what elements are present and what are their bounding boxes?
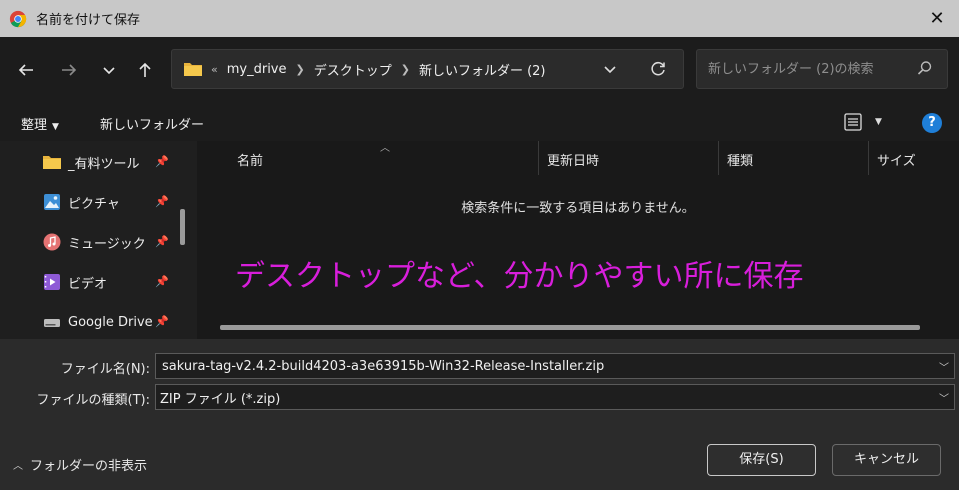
arrow-left-icon bbox=[18, 64, 33, 76]
sidebar-item-label: ピクチャ bbox=[68, 196, 120, 212]
refresh-icon bbox=[651, 61, 665, 76]
close-icon: ✕ bbox=[929, 7, 945, 29]
music-icon bbox=[42, 232, 62, 252]
command-bar: 整理 ▼ 新しいフォルダー ▼ ? bbox=[0, 103, 959, 141]
hide-folders-button[interactable]: ︿ フォルダーの非表示 bbox=[13, 455, 147, 474]
filename-input[interactable] bbox=[160, 357, 934, 375]
sidebar-item-label: Google Drive bbox=[68, 314, 153, 330]
column-divider[interactable] bbox=[538, 141, 539, 175]
folder-icon bbox=[42, 152, 62, 172]
save-as-dialog: 名前を付けて保存 ✕ « my_drive ❯ デスクトップ ❯ 新しいフォルダ… bbox=[0, 0, 959, 490]
up-button[interactable] bbox=[131, 57, 159, 83]
chevron-down-icon[interactable]: ﹀ bbox=[939, 390, 949, 405]
navigation-bar: « my_drive ❯ デスクトップ ❯ 新しいフォルダー (2) bbox=[0, 37, 959, 103]
view-options-button[interactable]: ▼ bbox=[843, 112, 882, 132]
annotation-text: デスクトップなど、分かりやすい所に保存 bbox=[235, 259, 804, 294]
horizontal-scrollbar[interactable] bbox=[220, 325, 920, 330]
pictures-icon bbox=[42, 192, 62, 212]
back-button[interactable] bbox=[12, 57, 40, 83]
pin-icon[interactable]: 📌 bbox=[155, 315, 169, 328]
pin-icon[interactable]: 📌 bbox=[155, 275, 169, 288]
help-button[interactable]: ? bbox=[922, 113, 942, 133]
chrome-icon bbox=[9, 10, 27, 27]
sidebar-item-label: ビデオ bbox=[68, 276, 108, 292]
hide-folders-label: フォルダーの非表示 bbox=[30, 459, 148, 474]
sidebar-item-google-drive[interactable]: Google Drive 📌 bbox=[0, 302, 175, 342]
search-input[interactable] bbox=[706, 60, 910, 78]
close-button[interactable]: ✕ bbox=[923, 5, 951, 31]
search-box[interactable] bbox=[696, 49, 948, 89]
forward-button[interactable] bbox=[55, 57, 83, 83]
navigation-pane: _有料ツール 📌 ピクチャ 📌 ミュージック 📌 ビデオ 📌 Google Dr… bbox=[0, 141, 197, 339]
list-view-icon bbox=[844, 113, 862, 131]
cancel-button[interactable]: キャンセル bbox=[832, 444, 941, 476]
column-name[interactable]: 名前 bbox=[237, 150, 263, 169]
column-size[interactable]: サイズ bbox=[877, 150, 916, 169]
file-list-pane: ︿ 名前 更新日時 種類 サイズ 検索条件に一致する項目はありません。 デスクト… bbox=[197, 141, 959, 339]
arrow-right-icon bbox=[62, 64, 77, 76]
filename-combobox[interactable]: ﹀ bbox=[155, 353, 955, 379]
title-bar: 名前を付けて保存 ✕ bbox=[0, 0, 959, 37]
chevron-up-icon: ︿ bbox=[13, 461, 23, 472]
overflow-icon[interactable]: « bbox=[211, 63, 218, 76]
recent-locations-button[interactable] bbox=[95, 57, 123, 83]
breadcrumb-chevron-icon: ❯ bbox=[295, 62, 305, 76]
sidebar-item-paid-tools[interactable]: _有料ツール 📌 bbox=[0, 142, 175, 182]
refresh-button[interactable] bbox=[647, 58, 669, 80]
empty-message: 検索条件に一致する項目はありません。 bbox=[461, 201, 695, 216]
sidebar-item-pictures[interactable]: ピクチャ 📌 bbox=[0, 182, 175, 222]
column-type[interactable]: 種類 bbox=[727, 150, 753, 169]
filename-label: ファイル名(N): bbox=[60, 362, 150, 377]
pin-icon[interactable]: 📌 bbox=[155, 195, 169, 208]
filetype-label: ファイルの種類(T): bbox=[36, 393, 150, 408]
column-divider[interactable] bbox=[718, 141, 719, 175]
save-button[interactable]: 保存(S) bbox=[707, 444, 816, 476]
sidebar-item-label: _有料ツール bbox=[68, 156, 140, 172]
organize-button[interactable]: 整理 ▼ bbox=[21, 114, 59, 133]
save-form: ファイル名(N): ﹀ ファイルの種類(T): ZIP ファイル (*.zip)… bbox=[0, 339, 959, 490]
organize-label: 整理 bbox=[21, 118, 48, 133]
pin-icon[interactable]: 📌 bbox=[155, 155, 169, 168]
breadcrumb-desktop[interactable]: デスクトップ bbox=[314, 60, 392, 79]
arrow-up-icon bbox=[139, 62, 151, 77]
sidebar-item-videos[interactable]: ビデオ 📌 bbox=[0, 262, 175, 302]
sidebar-item-music[interactable]: ミュージック 📌 bbox=[0, 222, 175, 262]
column-header: ︿ 名前 更新日時 種類 サイズ bbox=[197, 141, 959, 175]
search-icon bbox=[917, 61, 932, 75]
sort-ascending-icon: ︿ bbox=[380, 143, 390, 154]
dialog-title: 名前を付けて保存 bbox=[36, 13, 141, 28]
video-icon bbox=[42, 272, 62, 292]
drive-icon bbox=[42, 312, 62, 332]
filetype-select[interactable]: ZIP ファイル (*.zip) ﹀ bbox=[155, 384, 955, 410]
chevron-down-icon bbox=[604, 66, 616, 74]
breadcrumb-chevron-icon: ❯ bbox=[400, 62, 410, 76]
folder-icon bbox=[183, 61, 203, 77]
address-bar[interactable]: « my_drive ❯ デスクトップ ❯ 新しいフォルダー (2) bbox=[171, 49, 684, 89]
filetype-value: ZIP ファイル (*.zip) bbox=[160, 391, 281, 407]
address-dropdown-button[interactable] bbox=[599, 58, 621, 80]
column-date-modified[interactable]: 更新日時 bbox=[547, 150, 599, 169]
chevron-down-icon[interactable]: ﹀ bbox=[939, 359, 949, 374]
breadcrumb-new-folder[interactable]: 新しいフォルダー (2) bbox=[419, 60, 546, 79]
pin-icon[interactable]: 📌 bbox=[155, 235, 169, 248]
column-divider[interactable] bbox=[868, 141, 869, 175]
new-folder-button[interactable]: 新しいフォルダー bbox=[100, 114, 204, 133]
sidebar-scrollbar[interactable] bbox=[180, 209, 185, 245]
caret-down-icon: ▼ bbox=[875, 117, 882, 127]
chevron-down-icon bbox=[103, 67, 115, 75]
breadcrumb-my-drive[interactable]: my_drive bbox=[227, 62, 287, 77]
sidebar-item-label: ミュージック bbox=[68, 236, 146, 252]
caret-down-icon: ▼ bbox=[52, 122, 59, 132]
